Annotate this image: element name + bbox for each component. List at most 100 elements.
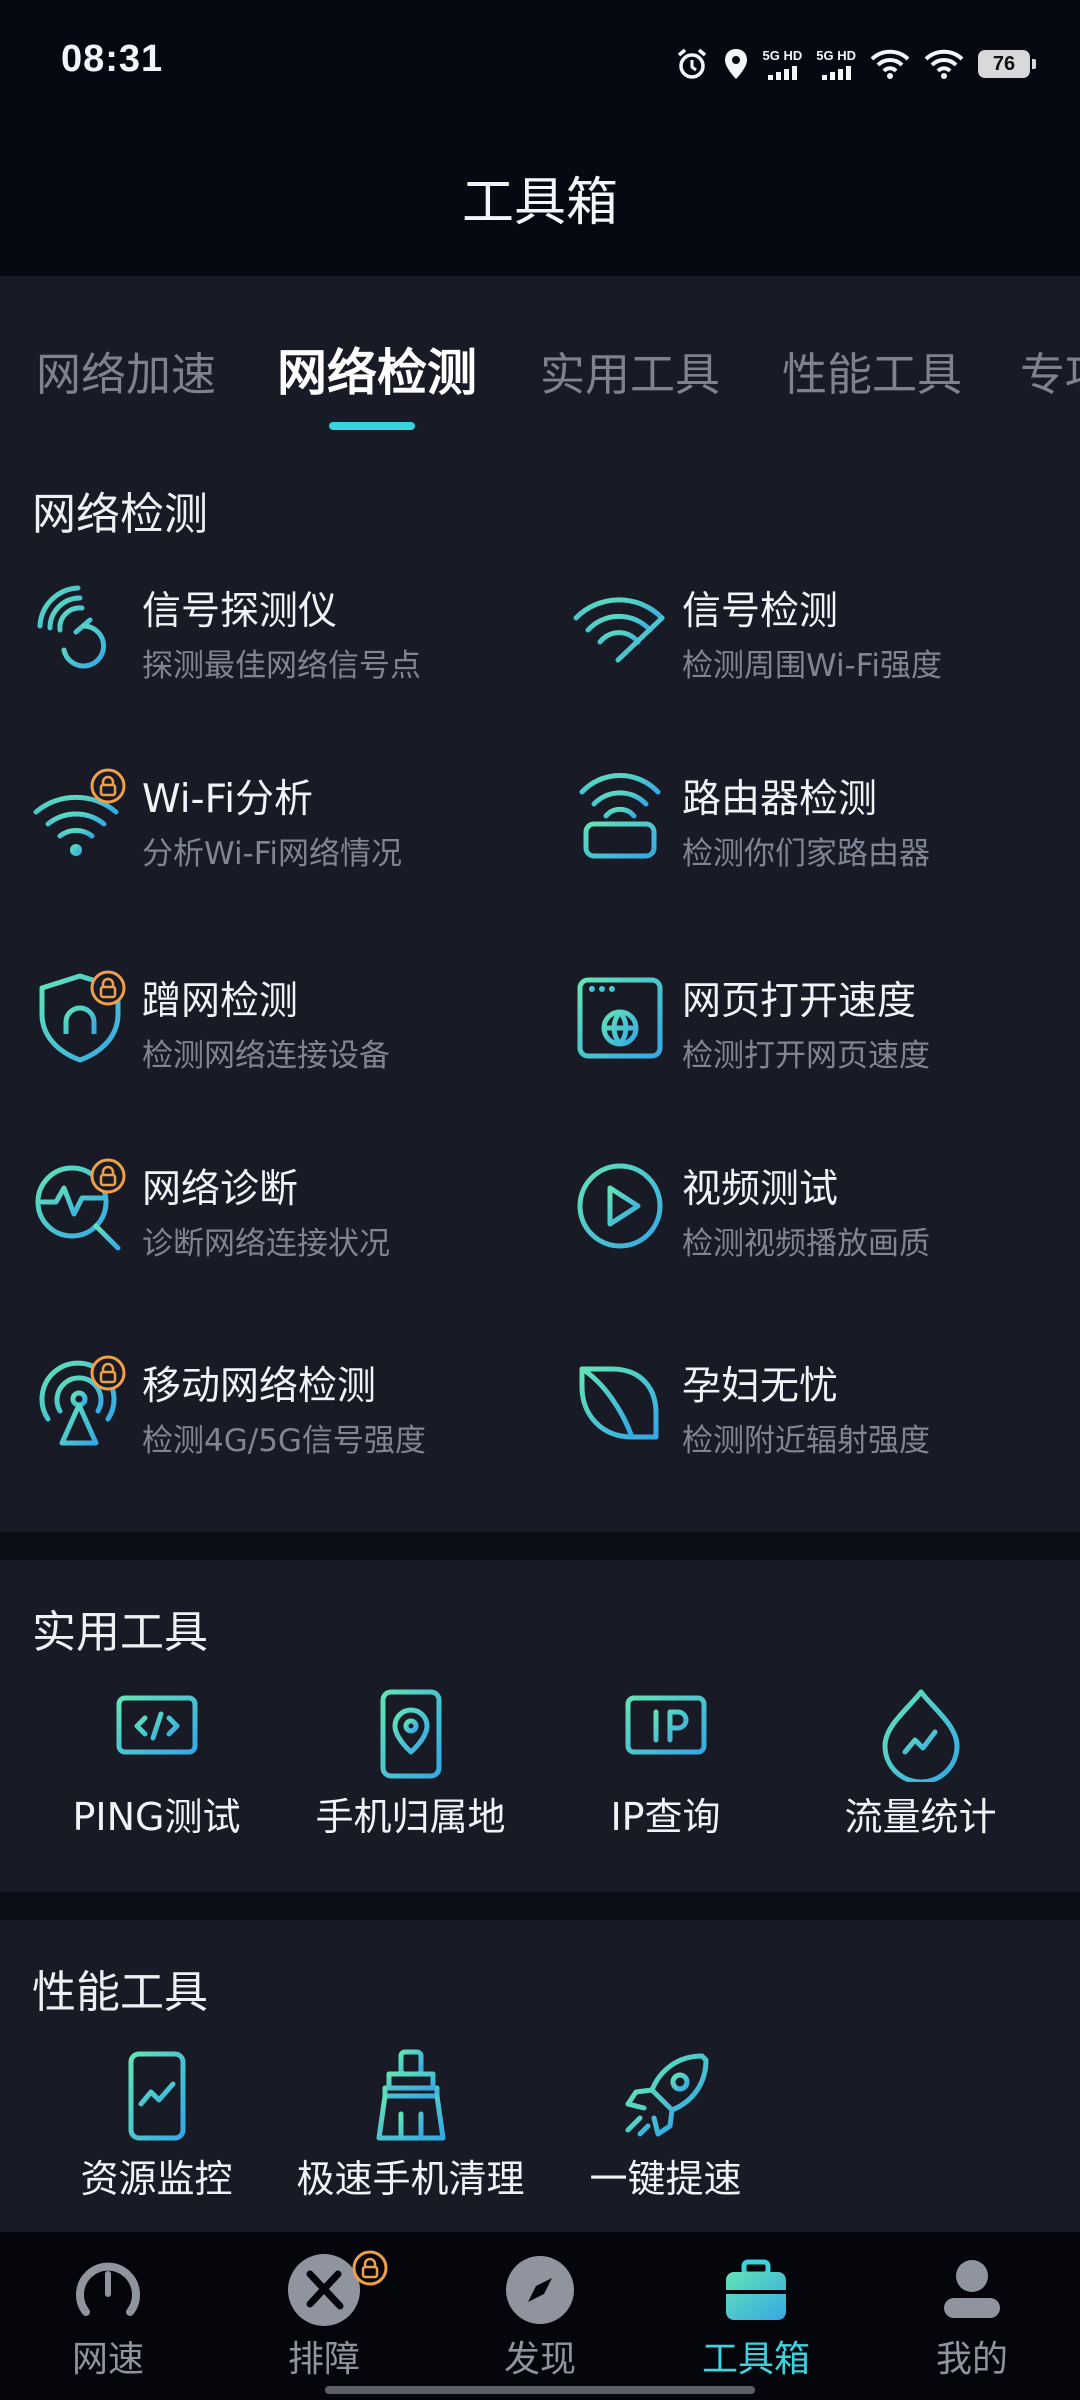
tool-description: 检测4G/5G信号强度: [142, 1423, 426, 1459]
wifi-status-icon: [924, 49, 964, 79]
tool-item-mobile-network-detection[interactable]: 移动网络检测 检测4G/5G信号强度: [32, 1355, 552, 1485]
home-indicator[interactable]: [325, 2386, 755, 2394]
tool-name: IP查询: [610, 1795, 721, 1839]
network-indicator-1: 5G HD: [762, 47, 803, 80]
router-icon: [579, 773, 661, 859]
code-monitor-icon: [116, 1695, 197, 1773]
tool-name: Wi-Fi分析: [142, 777, 314, 822]
page-title: 工具箱: [461, 173, 618, 233]
section-divider: [0, 1892, 1080, 1920]
lock-badge-icon: [90, 970, 126, 1006]
tool-item-ping-test[interactable]: PING测试: [29, 1686, 284, 1839]
tool-description: 检测打开网页速度: [682, 1038, 930, 1074]
tool-name: 移动网络检测: [142, 1364, 377, 1409]
category-tabs: 网络加速 网络检测 实用工具 性能工具 专项: [0, 300, 1080, 440]
speedometer-icon: [76, 2262, 140, 2316]
wifi-signal-icon: [573, 597, 665, 663]
top-bar: 08:31 5G HD 5G HD 76 工具箱: [0, 0, 1080, 276]
alarm-icon: [677, 48, 706, 79]
tool-description: 检测你们家路由器: [682, 836, 930, 872]
tool-item-router-detection[interactable]: 路由器检测 检测你们家路由器: [572, 768, 1080, 898]
tool-description: 检测附近辐射强度: [682, 1423, 930, 1459]
nav-item-troubleshoot[interactable]: 排障: [216, 2250, 432, 2384]
tool-name: PING测试: [72, 1795, 241, 1839]
battery-indicator: 76: [978, 50, 1036, 78]
tab-special[interactable]: 专项: [1020, 338, 1080, 403]
tab-network-detection[interactable]: 网络检测: [277, 333, 477, 405]
nav-item-speed[interactable]: 网速: [0, 2254, 216, 2384]
tool-item-fast-phone-cleanup[interactable]: 极速手机清理: [283, 2048, 538, 2201]
nav-label: 工具箱: [701, 2339, 810, 2380]
lock-badge-icon: [90, 1158, 126, 1194]
tool-name: 网络诊断: [142, 1167, 299, 1212]
network-type-label: 5G HD: [816, 47, 856, 63]
tool-item-webpage-speed[interactable]: 网页打开速度 检测打开网页速度: [572, 970, 1080, 1100]
tool-name: 网页打开速度: [682, 979, 917, 1024]
tool-name: 路由器检测: [682, 777, 878, 822]
phone-chart-icon: [128, 2051, 185, 2141]
section-divider: [0, 1532, 1080, 1560]
tool-name: 极速手机清理: [296, 2157, 525, 2201]
tab-network-acceleration[interactable]: 网络加速: [36, 338, 216, 403]
section-title-network-detection: 网络检测: [32, 489, 208, 540]
compass-icon: [506, 2256, 574, 2324]
tool-item-wifi-analysis[interactable]: Wi-Fi分析 分析Wi-Fi网络情况: [32, 768, 552, 898]
section-title-utility-tools: 实用工具: [32, 1607, 208, 1658]
tool-name: 信号检测: [682, 589, 839, 634]
rocket-icon: [625, 2053, 708, 2137]
active-tab-indicator: [329, 422, 415, 430]
status-bar: 08:31 5G HD 5G HD 76: [0, 0, 1080, 130]
tools-icon: [288, 2254, 360, 2326]
nav-label: 发现: [503, 2339, 576, 2380]
network-indicator-2: 5G HD: [816, 47, 856, 80]
tab-performance-tools[interactable]: 性能工具: [782, 338, 962, 403]
traffic-drop-icon: [882, 1689, 959, 1782]
status-icons: 5G HD 5G HD 76: [675, 44, 1036, 84]
tool-item-freeloader-detection[interactable]: 蹭网检测 检测网络连接设备: [32, 970, 552, 1100]
tool-item-ip-query[interactable]: IP查询: [538, 1686, 793, 1839]
tool-item-pregnancy-safety[interactable]: 孕妇无忧 检测附近辐射强度: [572, 1355, 1080, 1485]
nav-item-toolbox[interactable]: 工具箱: [648, 2254, 864, 2384]
tool-item-video-test[interactable]: 视频测试 检测视频播放画质: [572, 1158, 1080, 1288]
tool-item-signal-detection[interactable]: 信号检测 检测周围Wi-Fi强度: [572, 580, 1080, 710]
status-time: 08:31: [61, 38, 164, 80]
profile-icon: [944, 2260, 1000, 2318]
phone-location-icon: [380, 1689, 441, 1779]
section-title-performance-tools: 性能工具: [32, 1967, 208, 2018]
leaf-icon: [579, 1366, 659, 1440]
nav-label: 网速: [71, 2339, 144, 2380]
broom-icon: [376, 2049, 445, 2141]
location-icon: [724, 49, 747, 79]
tool-description: 诊断网络连接状况: [142, 1226, 390, 1262]
nav-label: 我的: [935, 2339, 1008, 2380]
tool-name: 信号探测仪: [142, 589, 338, 634]
nav-item-discover[interactable]: 发现: [432, 2254, 648, 2384]
tool-name: 流量统计: [844, 1795, 997, 1839]
tool-description: 探测最佳网络信号点: [142, 648, 421, 684]
nav-item-mine[interactable]: 我的: [864, 2254, 1080, 2384]
tool-name: 资源监控: [80, 2157, 233, 2201]
signal-radar-icon: [37, 585, 107, 669]
nav-label: 排障: [287, 2339, 360, 2380]
bottom-navigation: 网速 排障 发现 工具箱 我的: [0, 2232, 1080, 2400]
lock-badge-icon: [90, 1355, 126, 1391]
tool-name: 视频测试: [682, 1167, 839, 1212]
tool-item-network-diagnosis[interactable]: 网络诊断 诊断网络连接状况: [32, 1158, 552, 1288]
tool-name: 一键提速: [589, 2157, 742, 2201]
tool-description: 分析Wi-Fi网络情况: [142, 836, 402, 872]
tool-item-traffic-stats[interactable]: 流量统计: [793, 1686, 1048, 1839]
wifi-status-icon: [870, 49, 910, 79]
tool-name: 蹭网检测: [142, 979, 299, 1024]
tool-item-signal-radar[interactable]: 信号探测仪 探测最佳网络信号点: [32, 580, 552, 710]
play-circle-icon: [577, 1163, 663, 1249]
tab-utility-tools[interactable]: 实用工具: [540, 338, 720, 403]
tool-item-phone-location[interactable]: 手机归属地: [283, 1686, 538, 1839]
tool-item-one-click-boost[interactable]: 一键提速: [538, 2048, 793, 2201]
lock-badge-icon: [352, 2250, 388, 2286]
tool-description: 检测视频播放画质: [682, 1226, 930, 1262]
tool-item-resource-monitor[interactable]: 资源监控: [29, 2048, 284, 2201]
tool-description: 检测周围Wi-Fi强度: [682, 648, 942, 684]
tool-description: 检测网络连接设备: [142, 1038, 390, 1074]
browser-globe-icon: [577, 977, 663, 1059]
network-type-label: 5G HD: [762, 47, 803, 63]
